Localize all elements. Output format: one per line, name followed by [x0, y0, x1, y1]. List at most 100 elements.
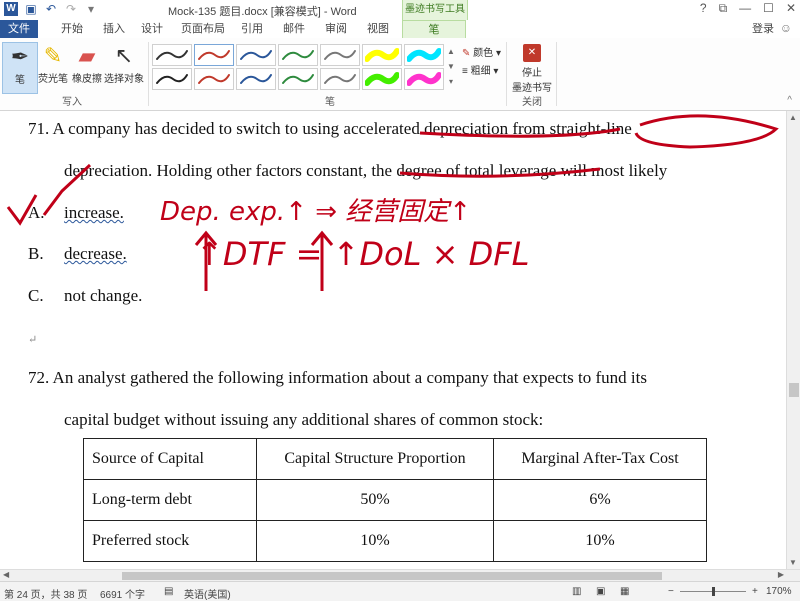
- ribbon-display-icon[interactable]: ⧉: [719, 1, 728, 16]
- print-layout-icon[interactable]: ▣: [596, 586, 605, 597]
- pen-color-dropdown[interactable]: ✎ 颜色 ▾: [462, 44, 501, 59]
- highlighter-tool-button[interactable]: ✎ 荧光笔: [36, 42, 70, 92]
- eraser-tool-button[interactable]: ▰ 橡皮擦: [70, 42, 104, 92]
- pen-swatch[interactable]: [320, 68, 360, 90]
- ink-note-line1: Dep. exp.↑ ⇒ 经营固定↑: [160, 197, 472, 227]
- tab-layout[interactable]: 页面布局: [178, 20, 228, 38]
- option-c-text: not change.: [64, 286, 143, 305]
- collapse-ribbon-icon[interactable]: ^: [787, 95, 792, 106]
- option-b-text: decrease.: [64, 244, 127, 263]
- tab-insert[interactable]: 插入: [96, 20, 132, 38]
- group-label-close: 关闭: [522, 97, 542, 108]
- zoom-in-button[interactable]: +: [752, 586, 758, 597]
- table-header-cell: Capital Structure Proportion: [256, 438, 494, 480]
- table-cell: 10%: [256, 520, 494, 562]
- pen-swatch[interactable]: [278, 68, 318, 90]
- tab-mailings[interactable]: 邮件: [278, 20, 310, 38]
- capital-table: Source of Capital Capital Structure Propo…: [83, 438, 707, 562]
- pen-swatch[interactable]: [404, 44, 444, 66]
- sign-in-link[interactable]: 登录: [752, 20, 774, 38]
- maximize-icon[interactable]: ☐: [763, 1, 774, 16]
- document-page[interactable]: 71. A company has decided to switch to u…: [0, 111, 786, 569]
- gallery-scroll[interactable]: ▲ ▼ ▾: [446, 44, 456, 90]
- stop-inking-label-2: 墨迹书写: [512, 83, 552, 94]
- pen-swatch[interactable]: [194, 44, 234, 66]
- stop-inking-button[interactable]: ✕ 停止 墨迹书写: [512, 42, 552, 94]
- select-objects-button[interactable]: ↖ 选择对象: [104, 42, 144, 92]
- eraser-tool-label: 橡皮擦: [72, 74, 102, 85]
- tab-home[interactable]: 开始: [54, 20, 90, 38]
- scroll-up-icon[interactable]: ▲: [789, 113, 797, 122]
- customize-qat-icon[interactable]: ▾: [84, 2, 98, 16]
- tab-file[interactable]: 文件: [0, 20, 38, 38]
- tab-view[interactable]: 视图: [362, 20, 394, 38]
- table-header-row: Source of Capital Capital Structure Propo…: [83, 438, 707, 480]
- web-layout-icon[interactable]: ▦: [620, 586, 629, 597]
- read-mode-icon[interactable]: ▥: [572, 586, 581, 597]
- table-cell: 6%: [493, 479, 707, 521]
- pen-tool-button[interactable]: ✒ 笔: [2, 42, 38, 94]
- word-count[interactable]: 6691 个字: [100, 586, 145, 601]
- minimize-icon[interactable]: —: [739, 1, 751, 16]
- language-status[interactable]: 英语(美国): [184, 586, 231, 601]
- group-label-write: 写入: [62, 97, 82, 108]
- pen-color-icon: ✎: [462, 48, 471, 59]
- feedback-icon[interactable]: ☺: [780, 21, 792, 35]
- scroll-left-icon[interactable]: ◀: [3, 570, 9, 579]
- page-count[interactable]: 第 24 页，共 38 页: [4, 586, 87, 601]
- tab-references[interactable]: 引用: [236, 20, 268, 38]
- pen-thickness-dropdown[interactable]: ≡ 粗细 ▾: [462, 62, 498, 77]
- highlighter-tool-label: 荧光笔: [38, 74, 68, 85]
- save-icon[interactable]: ▣: [24, 2, 38, 16]
- pen-swatch[interactable]: [152, 68, 192, 90]
- close-icon[interactable]: ✕: [786, 1, 796, 16]
- gallery-up-icon[interactable]: ▲: [446, 44, 456, 59]
- gallery-down-icon[interactable]: ▼: [446, 59, 456, 74]
- window-controls: ? ⧉ — ☐ ✕: [700, 1, 796, 16]
- pen-swatch[interactable]: [320, 44, 360, 66]
- vertical-scroll-thumb[interactable]: [789, 383, 799, 397]
- vertical-scrollbar[interactable]: ▲ ▼: [786, 111, 800, 569]
- eraser-icon: ▰: [78, 43, 96, 68]
- tab-review[interactable]: 审阅: [320, 20, 352, 38]
- pen-swatch[interactable]: [236, 68, 276, 90]
- pen-swatch[interactable]: [362, 68, 402, 90]
- scroll-right-icon[interactable]: ▶: [778, 570, 784, 579]
- horizontal-scroll-thumb[interactable]: [122, 572, 662, 580]
- help-icon[interactable]: ?: [700, 1, 707, 16]
- table-header-cell: Source of Capital: [83, 438, 257, 480]
- select-arrow-icon: ↖: [114, 43, 134, 68]
- quick-access-toolbar: W ▣ ↶ ↷ ▾: [4, 2, 98, 16]
- highlighter-icon: ✎: [43, 43, 63, 68]
- gallery-more-icon[interactable]: ▾: [446, 74, 456, 89]
- pen-thickness-label: 粗细: [470, 66, 491, 77]
- pen-swatch[interactable]: [278, 44, 318, 66]
- option-a-label: A.: [28, 203, 45, 222]
- pen-swatch[interactable]: [194, 68, 234, 90]
- tab-pen[interactable]: 笔: [402, 20, 466, 39]
- tab-design[interactable]: 设计: [134, 20, 170, 38]
- pen-tool-label: 笔: [15, 75, 25, 86]
- pen-swatch[interactable]: [236, 44, 276, 66]
- pen-swatch[interactable]: [404, 68, 444, 90]
- table-cell: Preferred stock: [83, 520, 257, 562]
- ribbon-tabs: 文件 开始 插入 设计 页面布局 引用 邮件 审阅 视图 笔 登录 ☺: [0, 20, 800, 39]
- proofing-icon[interactable]: ▤: [164, 586, 173, 597]
- q72-line2: capital budget without issuing any addit…: [64, 410, 544, 429]
- undo-icon[interactable]: ↶: [44, 2, 58, 16]
- thickness-icon: ≡: [462, 66, 468, 77]
- pen-swatch[interactable]: [362, 44, 402, 66]
- pen-gallery: [152, 44, 446, 90]
- status-bar: 第 24 页，共 38 页 6691 个字 ▤ 英语(美国) ▥ ▣ ▦ − +…: [0, 581, 800, 601]
- zoom-slider-knob[interactable]: [712, 587, 715, 596]
- scroll-down-icon[interactable]: ▼: [789, 558, 797, 567]
- redo-icon[interactable]: ↷: [64, 2, 78, 16]
- stop-inking-label-1: 停止: [522, 68, 542, 79]
- option-c-label: C.: [28, 286, 44, 305]
- pen-swatch[interactable]: [152, 44, 192, 66]
- word-logo-icon[interactable]: W: [4, 2, 18, 16]
- capital-table-body: Source of Capital Capital Structure Propo…: [83, 438, 707, 562]
- zoom-level[interactable]: 170%: [766, 586, 792, 597]
- ribbon-separator: [148, 42, 149, 106]
- zoom-out-button[interactable]: −: [668, 586, 674, 597]
